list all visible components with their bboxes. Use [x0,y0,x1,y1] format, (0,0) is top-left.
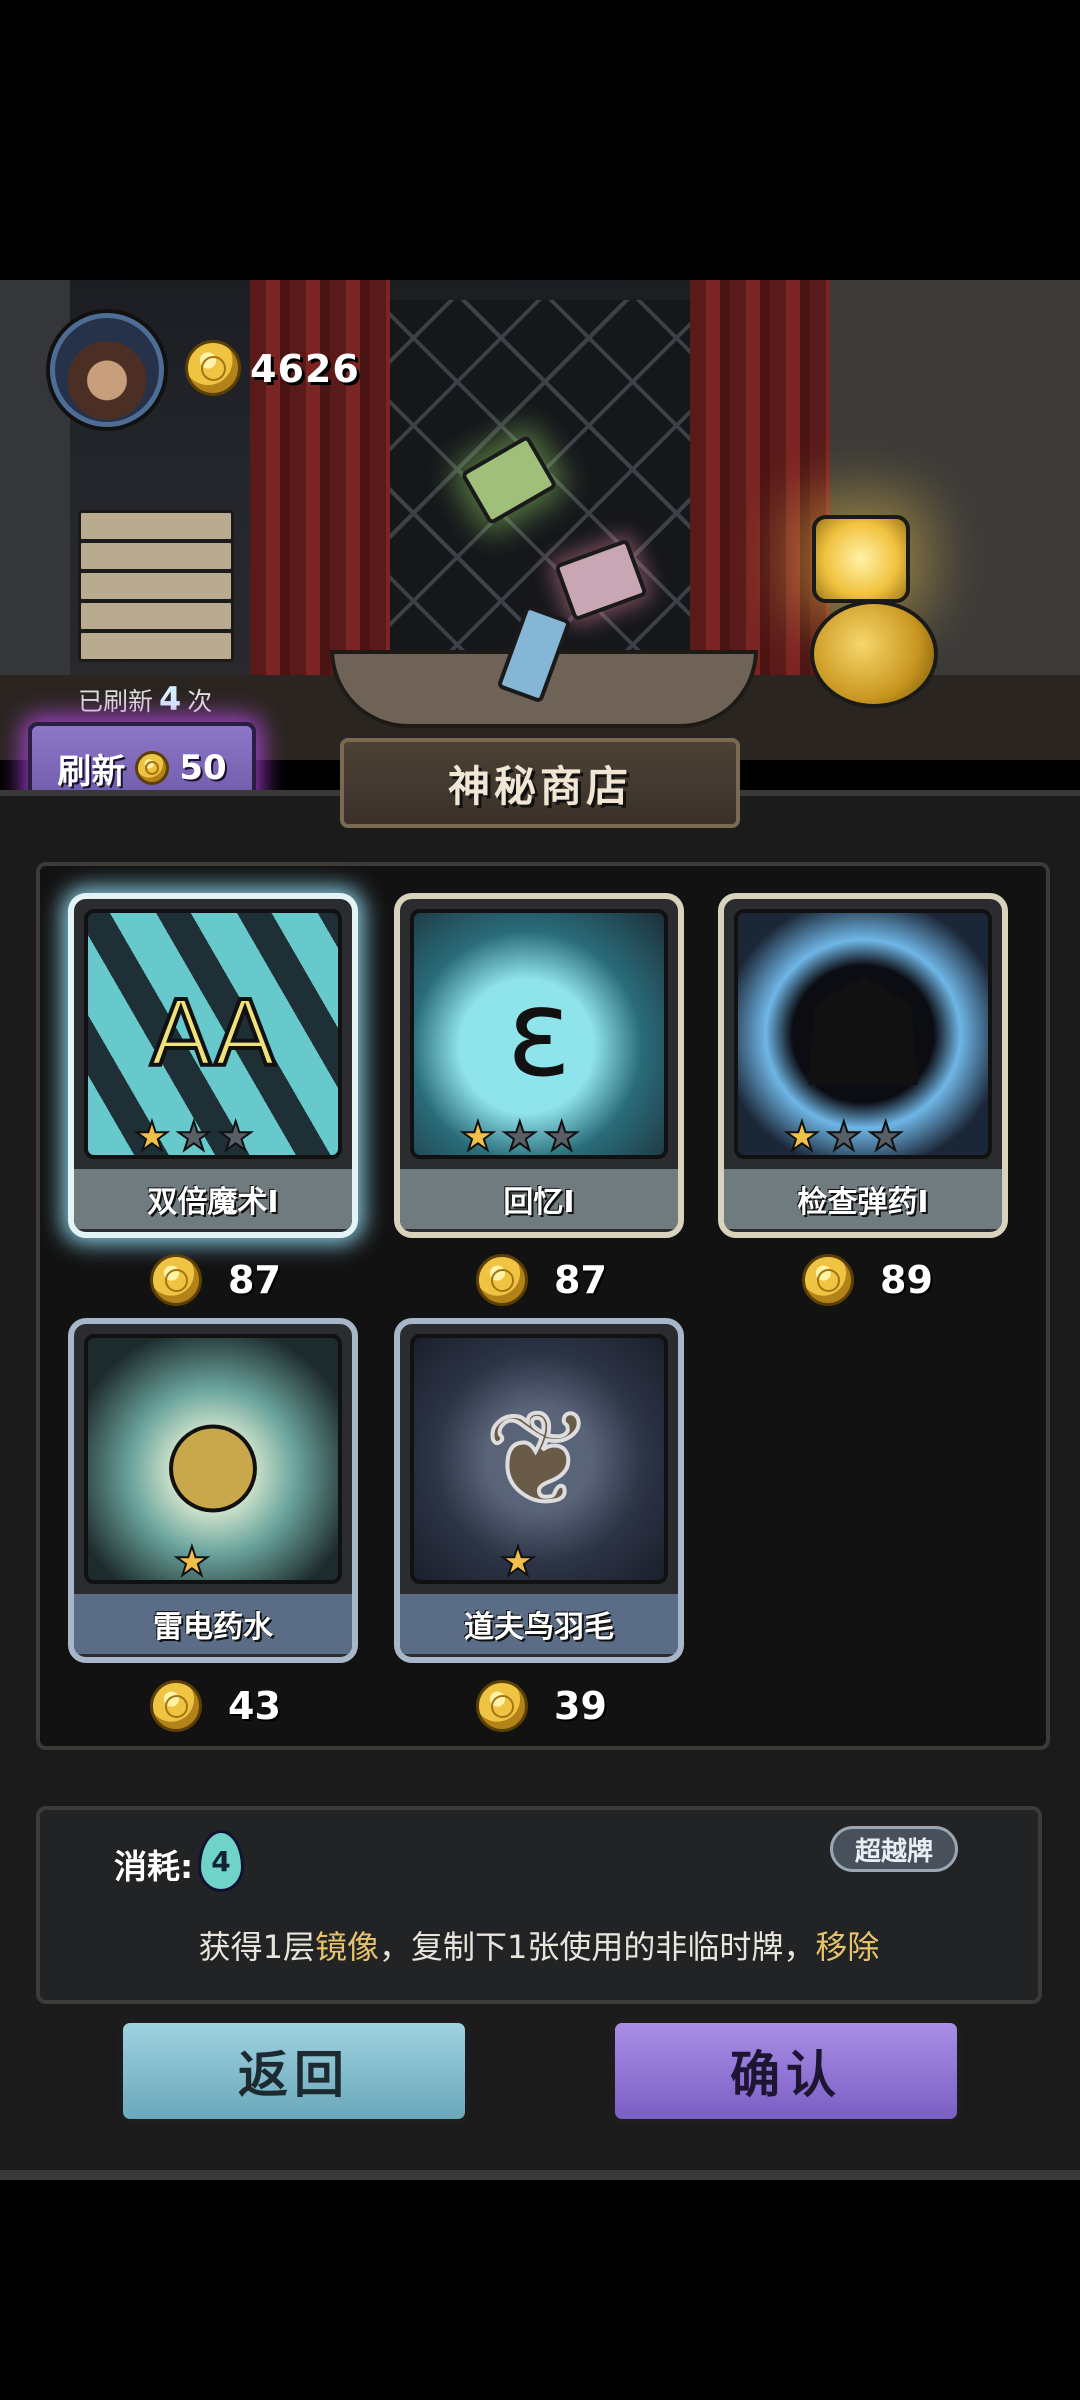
rarity-stars: ★ ★ ★ [459,1114,581,1160]
refresh-count-value: 4 [159,680,182,718]
energy-drop-icon: 4 [198,1830,244,1892]
card-price-value: 39 [554,1684,607,1728]
shop-title: 神秘商店 [340,738,740,828]
rarity-stars: ★ [173,1539,211,1585]
player-avatar[interactable] [50,313,164,427]
card-price: 43 [150,1678,281,1734]
shop-card-memory[interactable]: ε ★ ★ ★ 回忆I [394,893,684,1238]
book-stack-image [78,510,234,662]
rarity-stars: ★ ★ ★ [783,1114,905,1160]
desc-keyword-mirror[interactable]: 镜像 [315,1928,379,1966]
card-price: 89 [802,1252,933,1308]
star-icon: ★ [133,1114,171,1160]
gold-coin-icon [476,1680,528,1732]
shop-card-check-ammo[interactable]: ☗ ★ ★ ★ 检查弹药I [718,893,1008,1238]
lamp-image [812,515,910,603]
rarity-stars: ★ [499,1539,537,1585]
star-icon: ★ [499,1539,537,1585]
right-curtain [690,280,830,700]
cost-value: 4 [211,1844,231,1878]
star-icon: ★ [217,1114,255,1160]
refresh-cost: 50 [179,748,227,788]
star-icon: ★ [867,1114,905,1160]
card-price: 39 [476,1678,607,1734]
cost-label: 消耗: [114,1847,194,1886]
refresh-button-label: 刷新 [57,751,126,792]
card-price: 87 [476,1252,607,1308]
card-price: 87 [150,1252,281,1308]
star-icon: ★ [543,1114,581,1160]
star-icon: ★ [825,1114,863,1160]
gold-coin-icon [185,340,241,396]
card-name: 检查弹药I [724,1169,1002,1229]
feather-icon: ❦ [410,1334,668,1584]
card-description: 获得1层镜像，复制下1张使用的非临时牌，移除 [40,1922,1038,1968]
shop-card-lightning-potion[interactable]: ● ★ 雷电药水 [68,1318,358,1663]
rarity-stars: ★ ★ ★ [133,1114,255,1160]
gold-coin-icon [135,751,170,785]
lightning-potion-icon: ● [84,1334,342,1584]
refresh-count-suffix: 次 [187,687,213,716]
desc-text-2: ，复制下1张使用的非临时牌， [379,1928,816,1966]
refresh-count-text: 已刷新 4 次 [78,680,212,718]
gold-coin-icon [150,1680,202,1732]
card-price-value: 89 [880,1258,933,1302]
desc-keyword-remove[interactable]: 移除 [815,1928,879,1966]
card-name: 双倍魔术I [74,1169,352,1229]
gold-coin-icon [150,1254,202,1306]
star-icon: ★ [783,1114,821,1160]
star-icon: ★ [175,1114,213,1160]
card-price-value: 43 [228,1684,281,1728]
card-detail-box: 消耗: 4 超越牌 获得1层镜像，复制下1张使用的非临时牌，移除 [36,1806,1042,2004]
shop-card-dove-feather[interactable]: ❦ ★ 道夫鸟羽毛 [394,1318,684,1663]
star-icon: ★ [173,1539,211,1585]
coin-bag-image [810,600,938,708]
card-name: 雷电药水 [74,1594,352,1654]
confirm-button[interactable]: 确认 [610,2018,962,2124]
card-name: 道夫鸟羽毛 [400,1594,678,1654]
gold-coin-icon [802,1254,854,1306]
gold-amount: 4626 [250,347,360,391]
shop-card-double-magic[interactable]: AA ★ ★ ★ 双倍魔术I [68,893,358,1238]
back-button[interactable]: 返回 [118,2018,470,2124]
card-price-value: 87 [228,1258,281,1302]
star-icon: ★ [459,1114,497,1160]
desc-text-1: 获得1层 [198,1928,315,1966]
card-name: 回忆I [400,1169,678,1229]
star-icon: ★ [501,1114,539,1160]
card-type-badge: 超越牌 [830,1826,958,1872]
gold-coin-icon [476,1254,528,1306]
card-price-value: 87 [554,1258,607,1302]
refresh-count-prefix: 已刷新 [78,687,154,716]
left-curtain [250,280,390,700]
